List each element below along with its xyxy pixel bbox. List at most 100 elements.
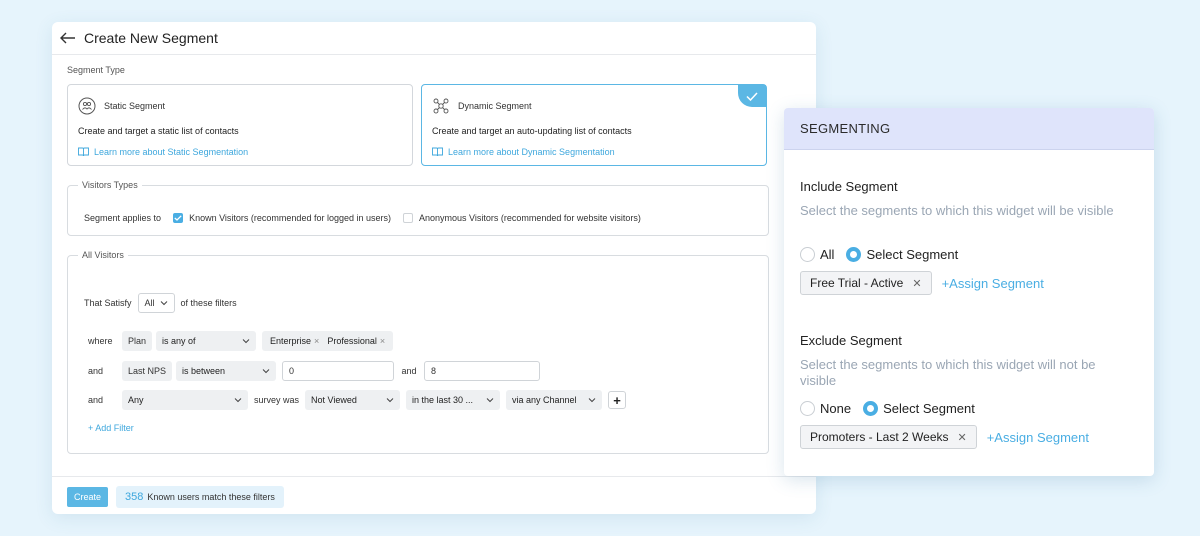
create-segment-card: Create New Segment Segment Type Static S… <box>52 22 816 514</box>
include-segment-title: Include Segment <box>800 179 898 194</box>
to-input[interactable]: 8 <box>424 361 541 381</box>
add-condition-button[interactable]: + <box>608 391 627 409</box>
exclude-segment-row: Promoters - Last 2 Weeks ✕ +Assign Segmen… <box>800 425 1089 449</box>
anonymous-visitors-label: Anonymous Visitors (recommended for webs… <box>419 213 641 223</box>
status-select[interactable]: Not Viewed <box>305 390 401 410</box>
period-value: in the last 30 ... <box>412 395 474 405</box>
period-select[interactable]: in the last 30 ... <box>406 390 501 410</box>
include-select-segment-option[interactable]: Select Segment <box>846 247 958 262</box>
operator-select[interactable]: is between <box>176 361 277 381</box>
static-segment-description: Create and target a static list of conta… <box>78 126 239 136</box>
add-filter-link[interactable]: + Add Filter <box>88 423 134 433</box>
chip-label: Promoters - Last 2 Weeks <box>810 430 949 444</box>
radio-button[interactable] <box>800 401 815 416</box>
chevron-down-icon <box>160 301 167 306</box>
arrow-left-icon[interactable] <box>60 30 78 46</box>
close-icon[interactable]: × <box>314 336 319 346</box>
static-learn-more-link[interactable]: Learn more about Static Segmentation <box>78 147 248 157</box>
close-icon[interactable]: ✕ <box>958 431 967 444</box>
card-header: Create New Segment <box>52 22 816 55</box>
static-learn-more-text: Learn more about Static Segmentation <box>94 147 249 157</box>
option-label: Select Segment <box>883 401 975 416</box>
all-visitors-group: All Visitors That Satisfy All of these f… <box>67 250 769 454</box>
chevron-down-icon <box>242 339 250 344</box>
check-icon <box>738 85 766 107</box>
create-button[interactable]: Create <box>67 487 109 507</box>
dynamic-learn-more-link[interactable]: Learn more about Dynamic Segmentation <box>432 147 615 157</box>
segment-chip[interactable]: Promoters - Last 2 Weeks ✕ <box>800 425 977 449</box>
dynamic-segment-description: Create and target an auto-updating list … <box>432 126 632 136</box>
match-count: 358 <box>125 491 144 503</box>
survey-was-label: survey was <box>254 395 300 405</box>
page-title: Create New Segment <box>84 30 218 46</box>
radio-button[interactable] <box>846 247 862 262</box>
chevron-down-icon <box>486 398 494 403</box>
chevron-down-icon <box>262 369 270 374</box>
filter-field: Last NPS <box>122 361 173 381</box>
of-filters-label: of these filters <box>180 298 237 308</box>
assign-segment-link[interactable]: +Assign Segment <box>942 276 1044 291</box>
match-select-value: All <box>144 298 155 308</box>
filter-conjunction: and <box>88 366 104 376</box>
segment-applies-label: Segment applies to <box>84 213 162 223</box>
include-segment-row: Free Trial - Active ✕ +Assign Segment <box>800 271 1044 295</box>
segment-type-label: Segment Type <box>67 65 125 75</box>
chevron-down-icon <box>588 398 596 403</box>
segmenting-panel: SEGMENTING Include Segment Select the se… <box>784 108 1154 476</box>
anonymous-visitors-checkbox[interactable] <box>403 213 413 223</box>
chevron-down-icon <box>234 398 242 403</box>
option-label: None <box>820 401 852 416</box>
exclude-segment-description: Select the segments to which this widget… <box>800 357 1096 388</box>
option-label: Select Segment <box>866 247 959 262</box>
exclude-segment-title: Exclude Segment <box>800 333 902 348</box>
known-visitors-checkbox[interactable] <box>173 213 184 223</box>
include-segment-description: Select the segments to which this widget… <box>800 203 1114 218</box>
close-icon[interactable]: × <box>380 336 385 346</box>
chip-label: Professional <box>327 336 377 346</box>
value-chip[interactable]: Professional × <box>323 336 389 346</box>
exclude-none-option[interactable]: None <box>800 401 851 416</box>
book-icon <box>78 147 89 157</box>
match-text: Known users match these filters <box>147 492 275 502</box>
include-all-option[interactable]: All <box>800 247 834 262</box>
channel-select[interactable]: via any Channel <box>506 390 603 410</box>
assign-segment-link[interactable]: +Assign Segment <box>987 430 1089 445</box>
that-satisfy-label: That Satisfy <box>84 298 132 308</box>
survey-value: Any <box>128 395 144 405</box>
operator-value: is any of <box>162 336 196 346</box>
filter-conjunction: and <box>88 395 104 405</box>
value-chip[interactable]: Enterprise × <box>266 336 323 346</box>
filter-field: Plan <box>122 331 153 351</box>
match-count-badge: 358 Known users match these filters <box>116 486 284 508</box>
filter-conjunction: where <box>88 336 113 346</box>
static-segment-title: Static Segment <box>104 101 166 111</box>
radio-button[interactable] <box>800 247 815 262</box>
match-select[interactable]: All <box>137 293 175 313</box>
channel-value: via any Channel <box>512 395 577 405</box>
operator-select[interactable]: is any of <box>156 331 257 351</box>
book-icon <box>432 147 443 157</box>
all-visitors-legend: All Visitors <box>82 250 124 260</box>
status-value: Not Viewed <box>311 395 357 405</box>
filter-row: and Any survey was Not Viewed in the las… <box>88 390 627 410</box>
chip-label: Free Trial - Active <box>810 276 904 290</box>
segment-chip[interactable]: Free Trial - Active ✕ <box>800 271 932 295</box>
static-segment-card[interactable]: Static Segment Create and target a stati… <box>67 84 413 166</box>
people-icon <box>78 97 96 115</box>
exclude-select-segment-option[interactable]: Select Segment <box>863 401 975 416</box>
values-multiselect[interactable]: Enterprise × Professional × <box>262 331 394 351</box>
visitors-types-group: Visitors Types Segment applies to Known … <box>67 180 769 236</box>
include-radio-group: All Select Segment <box>800 247 970 262</box>
option-label: All <box>820 247 835 262</box>
chip-label: Enterprise <box>270 336 312 346</box>
known-visitors-label: Known Visitors (recommended for logged i… <box>189 213 391 223</box>
survey-select[interactable]: Any <box>122 390 248 410</box>
close-icon[interactable]: ✕ <box>912 277 921 290</box>
dynamic-segment-title: Dynamic Segment <box>458 101 532 111</box>
from-input[interactable]: 0 <box>282 361 395 381</box>
network-icon <box>433 98 449 114</box>
dynamic-segment-card[interactable]: Dynamic Segment Create and target an aut… <box>421 84 767 166</box>
operator-value: is between <box>182 366 226 376</box>
footer: Create 358 Known users match these filte… <box>52 476 816 514</box>
radio-button[interactable] <box>863 401 879 416</box>
